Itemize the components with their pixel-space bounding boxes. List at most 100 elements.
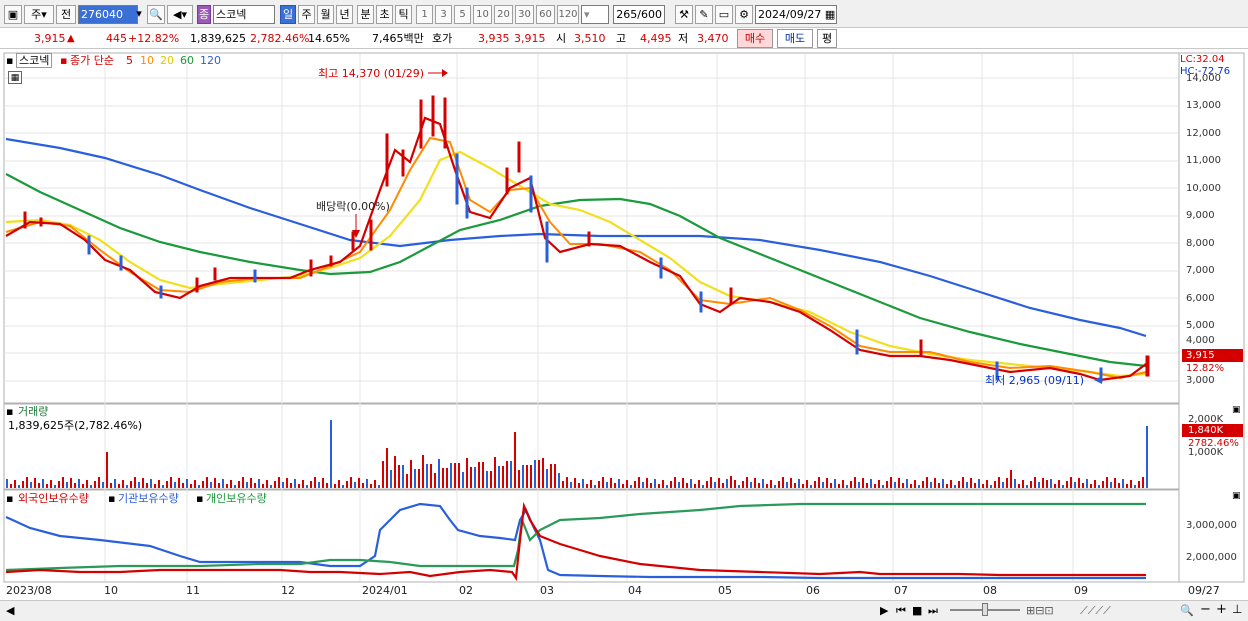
x-axis-label: 2024/01 <box>362 584 408 597</box>
tick-30-button[interactable]: 30 <box>515 5 534 24</box>
pane-menu-icon[interactable]: ▪ <box>6 405 13 418</box>
scroll-right-icon[interactable]: ▶ <box>880 604 888 617</box>
x-axis-label: 2023/08 <box>6 584 52 597</box>
pane-menu-icon[interactable]: ▪ <box>6 492 13 505</box>
grid-toggle-icon[interactable]: ▦ <box>8 71 22 84</box>
chart-scrollbar[interactable] <box>0 600 1248 621</box>
chart-type-icons[interactable]: ⊞⊟⊡ <box>1026 604 1054 617</box>
zoom-out-icon[interactable]: − <box>1200 603 1211 616</box>
volume-bar <box>838 484 840 488</box>
save-icon[interactable]: ▭ <box>715 5 733 24</box>
stock-type-badge: 종 <box>197 5 211 24</box>
volume-bar <box>918 485 920 488</box>
zoom-icon[interactable]: 🔍 <box>1180 604 1194 617</box>
min-price-annotation: 최저 2,965 (09/11) <box>985 374 1085 387</box>
price-pane-title[interactable]: 스코넥 <box>16 53 53 68</box>
period-select[interactable]: 주▾ <box>24 5 54 24</box>
period-week-button[interactable]: 주 <box>298 5 315 24</box>
rewind-icon[interactable]: ⏮ <box>896 604 906 617</box>
volume-bar <box>534 460 536 488</box>
tick-120-button[interactable]: 120 <box>557 5 579 24</box>
volume-bar <box>762 479 764 488</box>
zoom-in-icon[interactable]: + <box>1216 603 1227 616</box>
volume-bar <box>538 460 540 488</box>
count-input[interactable]: 265/600 <box>613 5 665 24</box>
volume-bar <box>426 464 428 488</box>
period-day-button[interactable]: 일 <box>280 5 296 24</box>
volume-bar <box>394 456 396 488</box>
chevron-down-icon[interactable]: ▾ <box>133 5 145 24</box>
fast-forward-icon[interactable]: ⏭ <box>928 604 938 617</box>
chart-tools-icon[interactable]: ⚒ <box>675 5 693 24</box>
volume-bar <box>254 483 256 488</box>
tick-20-button[interactable]: 20 <box>494 5 513 24</box>
volume-bar <box>1138 481 1140 488</box>
stock-code-input[interactable]: 276040 <box>78 5 138 24</box>
prev-button[interactable]: 전 <box>56 5 76 24</box>
zoom-slider-handle[interactable] <box>982 603 988 616</box>
volume-bar <box>1090 484 1092 488</box>
period-tick-button[interactable]: 틱 <box>395 5 412 24</box>
volume-bar <box>854 477 856 488</box>
pane-close-icon[interactable]: ▣ <box>1232 490 1241 503</box>
pane-menu-icon[interactable]: ▪ <box>6 54 13 67</box>
tick-3-button[interactable]: 3 <box>435 5 452 24</box>
volume-bar <box>238 481 240 488</box>
volume-value-label: 1,839,625주(2,782.46%) <box>8 419 143 432</box>
period-second-button[interactable]: 초 <box>376 5 393 24</box>
volume-bar <box>982 484 984 488</box>
tick-60-button[interactable]: 60 <box>536 5 555 24</box>
volume-bar <box>174 482 176 488</box>
chart-canvas[interactable] <box>0 49 1248 601</box>
volume-bar <box>126 485 128 488</box>
volume-bar <box>638 477 640 488</box>
volume-bar <box>1026 485 1028 488</box>
volume-bar <box>722 483 724 488</box>
draw-tool-icon[interactable]: ✎ <box>695 5 713 24</box>
volume-bar <box>650 483 652 488</box>
volume-bar <box>54 485 56 488</box>
search-icon[interactable]: 🔍 <box>147 5 165 24</box>
tick-5-button[interactable]: 5 <box>454 5 471 24</box>
volume-current-tag: 1,840K <box>1188 425 1224 436</box>
period-minute-button[interactable]: 분 <box>357 5 374 24</box>
zoom-reset-icon[interactable]: ⊥ <box>1232 603 1242 616</box>
period-year-button[interactable]: 년 <box>336 5 353 24</box>
tick-10-button[interactable]: 10 <box>473 5 492 24</box>
window-icon[interactable]: ▣ <box>4 5 22 24</box>
date-input[interactable]: 2024/09/27 ▦ <box>755 5 837 24</box>
volume-pane-title: 거래량 <box>18 405 49 418</box>
buy-button[interactable]: 매수 <box>737 29 773 48</box>
stock-name-field[interactable]: 스코넥 <box>213 5 275 24</box>
tick-1-button[interactable]: 1 <box>416 5 433 24</box>
volume-bar <box>682 478 684 488</box>
volume-bar <box>758 483 760 488</box>
volume-bar <box>1018 484 1020 488</box>
scroll-left-icon[interactable]: ◀ <box>6 604 14 617</box>
stop-icon[interactable]: ■ <box>912 604 922 617</box>
speaker-icon[interactable]: ◀▾ <box>167 5 193 24</box>
custom-tick-input[interactable]: ▾ <box>581 5 609 24</box>
current-price-tag: 3,915 <box>1186 350 1215 361</box>
volume-bar <box>446 468 448 488</box>
period-month-button[interactable]: 월 <box>317 5 334 24</box>
sell-button[interactable]: 매도 <box>777 29 813 48</box>
x-axis-label: 04 <box>628 584 642 597</box>
drawing-tools-icons[interactable]: ⟋⟋⟋⟋ <box>1080 604 1111 617</box>
gear-icon[interactable]: ⚙ <box>735 5 753 24</box>
y-tick: 13,000 <box>1186 100 1221 111</box>
volume-bar <box>386 448 388 488</box>
volume-bar <box>158 480 160 488</box>
volume-bar <box>938 483 940 488</box>
volume-bar <box>198 485 200 488</box>
legend-institution: 기관보유수량 <box>118 492 179 505</box>
volume-bar <box>1010 470 1012 488</box>
y-tick: 3,000 <box>1186 375 1215 386</box>
volume-bar <box>766 484 768 488</box>
calendar-icon[interactable]: ▦ <box>825 8 835 21</box>
volume-bar <box>266 480 268 488</box>
average-button[interactable]: 평 <box>817 29 837 48</box>
volume-bar <box>570 482 572 488</box>
volume-value: 1,839,625 <box>190 32 246 45</box>
pane-close-icon[interactable]: ▣ <box>1232 404 1241 417</box>
